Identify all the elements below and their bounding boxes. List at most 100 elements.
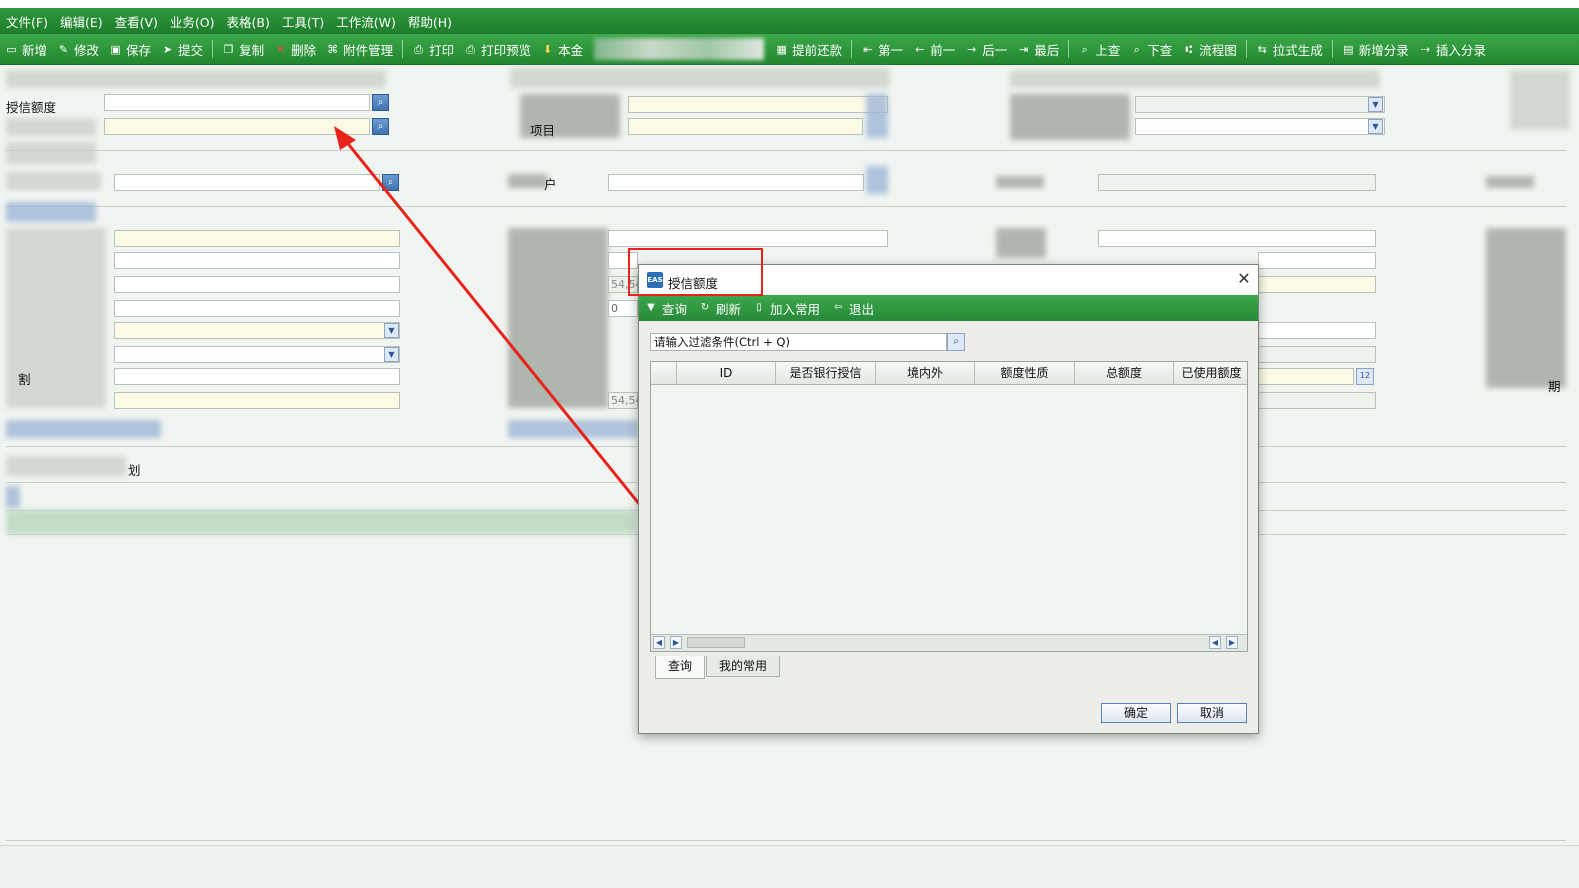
field-row3-c[interactable]	[1098, 174, 1376, 191]
tab-favorites[interactable]: 我的常用	[706, 656, 781, 677]
project-field-1[interactable]	[628, 96, 888, 113]
print-preview-button[interactable]: ⎙ 打印预览	[459, 40, 536, 59]
scroll-left-icon[interactable]: ◀	[1209, 636, 1221, 649]
chevron-down-icon[interactable]: ▼	[384, 347, 399, 362]
grid-col-selector[interactable]	[651, 362, 677, 384]
field-r7[interactable]	[114, 368, 400, 385]
insert-row-icon: ⇢	[1420, 42, 1430, 56]
lookup-button-3[interactable]: ⌕	[382, 174, 399, 191]
chevron-down-icon[interactable]: ▼	[1368, 97, 1383, 112]
grid-col-limit-type[interactable]: 额度性质	[975, 362, 1075, 384]
field-r-c6[interactable]	[1258, 392, 1376, 409]
prev-button[interactable]: ← 前一	[908, 40, 960, 59]
project-field-2[interactable]	[628, 118, 863, 135]
tab-query[interactable]: 查询	[655, 656, 706, 679]
menu-edit[interactable]: 编辑(E)	[54, 12, 109, 31]
field-r-c4[interactable]	[1258, 322, 1376, 339]
field-r4[interactable]	[114, 300, 400, 317]
dialog-query-button[interactable]: ▼ 查询	[639, 299, 693, 318]
grid-col-domestic[interactable]: 境内外	[876, 362, 975, 384]
field-r-c3[interactable]	[1258, 276, 1376, 293]
credit-limit-input[interactable]	[104, 94, 370, 111]
menu-table[interactable]: 表格(B)	[221, 12, 276, 31]
credit-limit-label: 授信额度	[6, 100, 57, 115]
calendar-icon[interactable]: 12	[1356, 368, 1374, 385]
menu-tools[interactable]: 工具(T)	[276, 12, 330, 31]
horizontal-scrollbar[interactable]: ◀ ▶ ◀ ▶	[651, 634, 1247, 651]
search-icon[interactable]: ⌕	[947, 333, 965, 351]
filter-input[interactable]: 请输入过滤条件(Ctrl + Q)	[650, 333, 947, 351]
down-query-button[interactable]: ⌕ 下查	[1125, 40, 1177, 59]
redacted-region	[996, 228, 1046, 258]
lookup-button-2[interactable]: ⌕	[372, 118, 389, 135]
edit-button[interactable]: ✎ 修改	[52, 40, 104, 59]
field-r5[interactable]	[114, 322, 400, 339]
first-button[interactable]: ⇤ 第一	[856, 40, 908, 59]
field-row3-a[interactable]	[114, 174, 380, 191]
ok-button[interactable]: 确定	[1101, 703, 1171, 723]
scroll-right-icon[interactable]: ▶	[670, 636, 682, 649]
partial-button[interactable]: ⬇ 本金	[536, 40, 588, 59]
add-entry-button[interactable]: ▤ 新增分录	[1337, 40, 1414, 59]
grid-col-used-limit[interactable]: 已使用额度	[1174, 362, 1247, 384]
save-button[interactable]: ▣ 保存	[104, 40, 156, 59]
flowchart-button[interactable]: ⑆ 流程图	[1177, 40, 1242, 59]
dialog-add-common-button[interactable]: ▯ 加入常用	[747, 299, 826, 318]
dialog-exit-button[interactable]: ⇦ 退出	[826, 299, 880, 318]
chevron-down-icon[interactable]: ▼	[384, 323, 399, 338]
redacted-region	[6, 202, 96, 222]
field-m1[interactable]	[608, 230, 888, 247]
scroll-right-icon[interactable]: ▶	[1226, 636, 1238, 649]
delete-x-icon: ✕	[275, 42, 286, 56]
redacted-region	[866, 166, 888, 194]
select-field-2[interactable]	[1135, 118, 1385, 135]
redacted-region	[6, 118, 96, 136]
grid-col-id[interactable]: ID	[677, 362, 776, 384]
grid-col-bank-credit[interactable]: 是否银行授信	[776, 362, 876, 384]
dialog-refresh-button[interactable]: ↻ 刷新	[693, 299, 747, 318]
up-query-button[interactable]: ⌕ 上查	[1073, 40, 1125, 59]
field-r-c5[interactable]	[1258, 346, 1376, 363]
field-r8[interactable]	[114, 392, 400, 409]
new-button[interactable]: ▭ 新增	[0, 40, 52, 59]
chevron-down-icon[interactable]: ▼	[1368, 119, 1383, 134]
insert-entry-button[interactable]: ⇢ 插入分录	[1414, 40, 1491, 59]
field-r6[interactable]	[114, 346, 400, 363]
menu-workflow[interactable]: 工作流(W)	[330, 12, 402, 31]
field-r-c1[interactable]	[1098, 230, 1376, 247]
select-field-1[interactable]	[1135, 96, 1385, 113]
scroll-left-icon[interactable]: ◀	[653, 636, 665, 649]
early-repay-button[interactable]: ▦ 提前还款	[770, 40, 847, 59]
pull-gen-button[interactable]: ⇆ 拉式生成	[1251, 40, 1328, 59]
attachments-button[interactable]: ⌘ 附件管理	[321, 40, 398, 59]
scrollbar-thumb[interactable]	[687, 637, 745, 648]
next-button[interactable]: → 后一	[960, 40, 1012, 59]
credit-limit-lookup-button[interactable]: ⌕	[372, 94, 389, 111]
copy-button[interactable]: ❐ 复制	[217, 40, 269, 59]
menu-view[interactable]: 查看(V)	[109, 12, 164, 31]
cancel-button[interactable]: 取消	[1177, 703, 1247, 723]
last-button[interactable]: ⇥ 最后	[1012, 40, 1064, 59]
menu-help[interactable]: 帮助(H)	[402, 12, 458, 31]
lookup-input-2[interactable]	[104, 118, 370, 135]
document-icon: ▯	[756, 302, 762, 313]
field-r3[interactable]	[114, 276, 400, 293]
up-query-label: 上查	[1095, 42, 1121, 58]
field-r-c2[interactable]	[1258, 252, 1376, 269]
print-button[interactable]: ⎙ 打印	[407, 40, 459, 59]
menu-file[interactable]: 文件(F)	[0, 12, 54, 31]
submit-button[interactable]: ➤ 提交	[156, 40, 208, 59]
grid-col-total-limit[interactable]: 总额度	[1075, 362, 1174, 384]
menu-business[interactable]: 业务(O)	[164, 12, 221, 31]
redacted-region	[6, 486, 20, 508]
delete-button[interactable]: ✕ 删除	[269, 40, 321, 59]
redacted-region	[510, 68, 890, 88]
amount-field-2[interactable]: 0	[608, 300, 638, 317]
close-icon[interactable]: ✕	[1235, 270, 1253, 288]
date-field[interactable]	[1258, 368, 1354, 385]
field-r2[interactable]	[114, 252, 400, 269]
main-toolbar: ▭ 新增 ✎ 修改 ▣ 保存 ➤ 提交 ❐ 复制 ✕ 删除 ⌘ 附件管理 ⎙ 打印 ⎙ 打印预览 …	[0, 34, 1579, 65]
field-r1[interactable]	[114, 230, 400, 247]
filter-funnel-icon: ▼	[647, 302, 655, 313]
field-row3-b[interactable]	[608, 174, 864, 191]
